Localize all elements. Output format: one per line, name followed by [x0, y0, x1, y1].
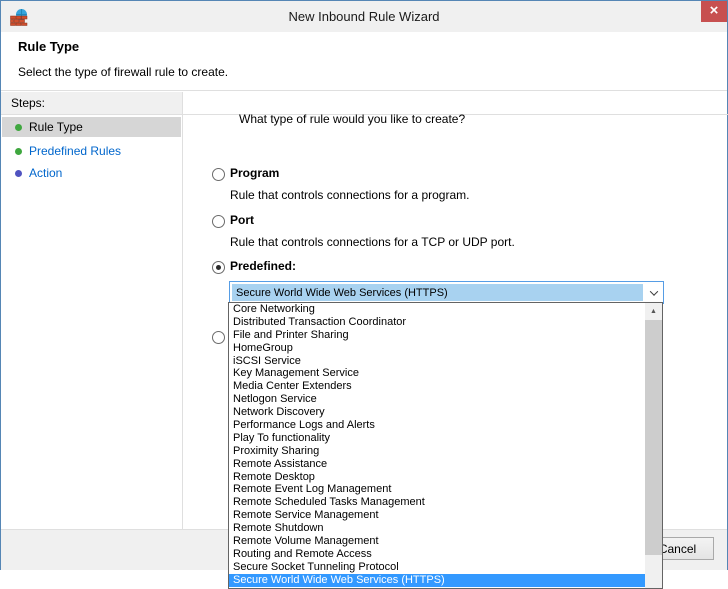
- port-description: Rule that controls connections for a TCP…: [230, 235, 515, 249]
- step-item-action[interactable]: Action: [2, 163, 181, 183]
- scrollbar-thumb[interactable]: [645, 320, 662, 555]
- dropdown-item[interactable]: Network Discovery: [229, 406, 645, 419]
- dropdown-item[interactable]: Key Management Service: [229, 367, 645, 380]
- dropdown-item[interactable]: Media Center Extenders: [229, 380, 645, 393]
- titlebar: New Inbound Rule Wizard ×: [1, 1, 727, 32]
- dropdown-item[interactable]: Distributed Transaction Coordinator: [229, 316, 645, 329]
- scroll-up-icon: ▲: [650, 308, 657, 315]
- wizard-header: Rule Type Select the type of firewall ru…: [1, 32, 727, 91]
- dropdown-item[interactable]: Remote Volume Management: [229, 535, 645, 548]
- dropdown-item[interactable]: Remote Service Management: [229, 509, 645, 522]
- steps-heading-label: Steps:: [11, 96, 45, 110]
- dropdown-item-selected[interactable]: Secure World Wide Web Services (HTTPS): [229, 574, 645, 587]
- dropdown-item[interactable]: Proximity Sharing: [229, 445, 645, 458]
- predefined-label[interactable]: Predefined:: [230, 259, 296, 273]
- window-title: New Inbound Rule Wizard: [1, 9, 727, 24]
- dropdown-item[interactable]: Remote Assistance: [229, 458, 645, 471]
- step-item-predefined-rules[interactable]: Predefined Rules: [2, 141, 181, 161]
- page-subtitle: Select the type of firewall rule to crea…: [18, 65, 228, 79]
- step-bullet-icon: [15, 124, 22, 131]
- program-radio[interactable]: [212, 168, 225, 181]
- step-bullet-icon: [15, 148, 22, 155]
- dropdown-item[interactable]: Core Networking: [229, 303, 645, 316]
- steps-heading: Steps:: [1, 92, 182, 114]
- dropdown-item[interactable]: HomeGroup: [229, 342, 645, 355]
- predefined-radio[interactable]: [212, 261, 225, 274]
- dropdown-item[interactable]: Remote Scheduled Tasks Management: [229, 496, 645, 509]
- custom-radio[interactable]: [212, 331, 225, 344]
- step-item-rule-type[interactable]: Rule Type: [2, 117, 181, 137]
- port-radio[interactable]: [212, 215, 225, 228]
- scroll-up-button[interactable]: ▲: [645, 303, 662, 320]
- program-label[interactable]: Program: [230, 166, 279, 180]
- dropdown-item[interactable]: Remote Event Log Management: [229, 483, 645, 496]
- step-label: Action: [29, 166, 62, 180]
- dropdown-item[interactable]: Netlogon Service: [229, 393, 645, 406]
- dropdown-item[interactable]: Play To functionality: [229, 432, 645, 445]
- dropdown-item[interactable]: Performance Logs and Alerts: [229, 419, 645, 432]
- dropdown-item[interactable]: iSCSI Service: [229, 355, 645, 368]
- dropdown-scrollbar[interactable]: ▲: [645, 303, 662, 588]
- step-bullet-icon: [15, 170, 22, 177]
- step-label: Rule Type: [29, 120, 83, 134]
- chevron-down-icon: [649, 287, 657, 295]
- dropdown-item[interactable]: File and Printer Sharing: [229, 329, 645, 342]
- dropdown-item[interactable]: Remote Shutdown: [229, 522, 645, 535]
- dropdown-item[interactable]: Remote Desktop: [229, 471, 645, 484]
- combobox-dropdown-button[interactable]: [644, 282, 663, 303]
- page-title: Rule Type: [18, 39, 79, 54]
- port-label[interactable]: Port: [230, 213, 254, 227]
- sidebar-divider: [182, 92, 183, 529]
- predefined-dropdown-list: Core Networking Distributed Transaction …: [228, 302, 663, 589]
- dropdown-item[interactable]: Secure Socket Tunneling Protocol: [229, 561, 645, 574]
- combobox-value: Secure World Wide Web Services (HTTPS): [232, 284, 643, 301]
- program-description: Rule that controls connections for a pro…: [230, 188, 469, 202]
- predefined-combobox[interactable]: Secure World Wide Web Services (HTTPS): [229, 281, 664, 304]
- close-icon: ×: [710, 3, 719, 18]
- step-label: Predefined Rules: [29, 144, 121, 158]
- close-button[interactable]: ×: [701, 1, 727, 22]
- question-text: What type of rule would you like to crea…: [239, 112, 465, 126]
- dropdown-item[interactable]: Routing and Remote Access: [229, 548, 645, 561]
